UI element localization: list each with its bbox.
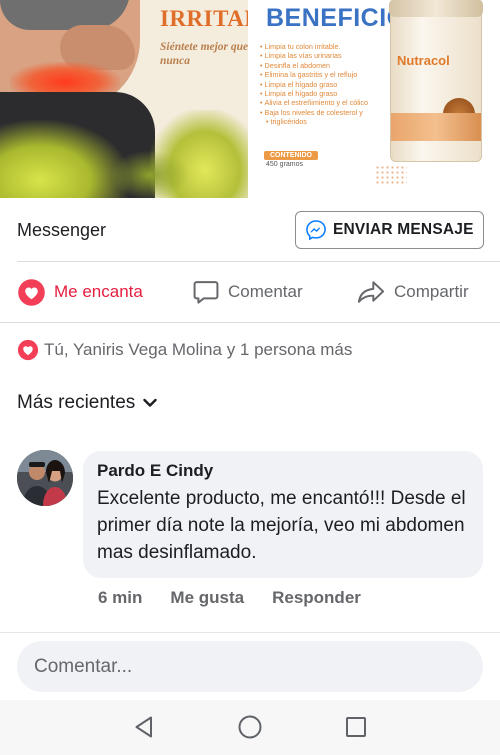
ad-left-title: IRRITAB	[160, 6, 248, 31]
reactions-text: Tú, Yaniris Vega Molina y 1 persona más	[44, 340, 353, 359]
ad-content-weight: 450 gramos	[266, 161, 303, 168]
comment-like-button[interactable]: Me gusta	[170, 588, 244, 608]
divider	[0, 322, 500, 323]
product-name: Nutracol	[397, 53, 450, 68]
comment-sort-dropdown[interactable]: Más recientes	[17, 392, 157, 414]
share-label: Compartir	[394, 282, 469, 301]
sort-label: Más recientes	[17, 392, 136, 413]
benefit-item: Limpia el hígado graso	[260, 80, 400, 89]
benefit-item: triglicéridos	[260, 117, 400, 126]
comment-time[interactable]: 6 min	[98, 588, 142, 608]
benefit-item: Desinfla el abdomen	[260, 61, 400, 70]
ad-benefits-list: Limpia tu colon irritable. Limpia las ví…	[260, 42, 400, 127]
send-message-button[interactable]: ENVIAR MENSAJE	[295, 211, 484, 249]
share-button[interactable]: Compartir	[356, 276, 469, 308]
chevron-down-icon	[143, 398, 157, 408]
divider	[17, 261, 500, 262]
product-jar-image: Nutracol	[389, 0, 483, 162]
back-button[interactable]	[131, 714, 157, 740]
comment-input[interactable]	[17, 641, 483, 692]
ad-left-panel: IRRITAB Siéntete mejor que nunca	[0, 0, 248, 198]
ad-decorative-dots	[375, 165, 407, 185]
home-circle-icon	[237, 714, 263, 740]
heart-icon	[17, 278, 46, 307]
comment-meta: 6 min Me gusta Responder	[98, 588, 389, 608]
comment-author[interactable]: Pardo E Cindy	[97, 461, 469, 481]
share-arrow-icon	[356, 278, 386, 306]
comment-composer	[0, 632, 500, 700]
comment-text: Excelente producto, me encantó!!! Desde …	[97, 488, 466, 563]
back-triangle-icon	[133, 715, 155, 739]
avatar[interactable]	[17, 450, 73, 506]
benefit-item: Limpia las vías urinarias	[260, 51, 400, 60]
heart-reaction-icon	[17, 339, 39, 361]
benefit-item: Limpia el hígado graso	[260, 89, 400, 98]
benefit-item: Alivia el estreñimiento y el cólico	[260, 98, 400, 107]
comment-button[interactable]: Comentar	[192, 276, 303, 308]
benefit-item: Baja los niveles de colesterol y	[260, 108, 400, 117]
home-button[interactable]	[237, 714, 263, 740]
love-reaction-button[interactable]: Me encanta	[17, 276, 143, 308]
comment-bubble[interactable]: Pardo E Cindy Excelente producto, me enc…	[83, 451, 483, 578]
sponsored-ad-image[interactable]: IRRITAB Siéntete mejor que nunca BENEFIC…	[0, 0, 500, 198]
recents-button[interactable]	[343, 714, 369, 740]
ad-tagline: Siéntete mejor que nunca	[160, 41, 248, 67]
recents-square-icon	[344, 715, 368, 739]
ad-content-badge: CONTENIDO	[264, 151, 318, 160]
system-navigation-bar	[0, 700, 500, 755]
benefit-item: Elimina la gastritis y el reflujo	[260, 70, 400, 79]
messenger-label: Messenger	[17, 220, 107, 240]
send-message-label: ENVIAR MENSAJE	[333, 221, 474, 238]
benefit-item: Limpia tu colon irritable.	[260, 42, 400, 51]
comment-icon	[192, 278, 220, 306]
comment-label: Comentar	[228, 282, 303, 301]
comment-reply-button[interactable]: Responder	[272, 588, 361, 608]
love-reaction-label: Me encanta	[54, 282, 143, 301]
messenger-icon	[305, 219, 327, 241]
reactions-summary[interactable]: Tú, Yaniris Vega Molina y 1 persona más	[17, 339, 352, 361]
ad-right-panel: BENEFICIOS Limpia tu colon irritable. Li…	[250, 0, 500, 198]
